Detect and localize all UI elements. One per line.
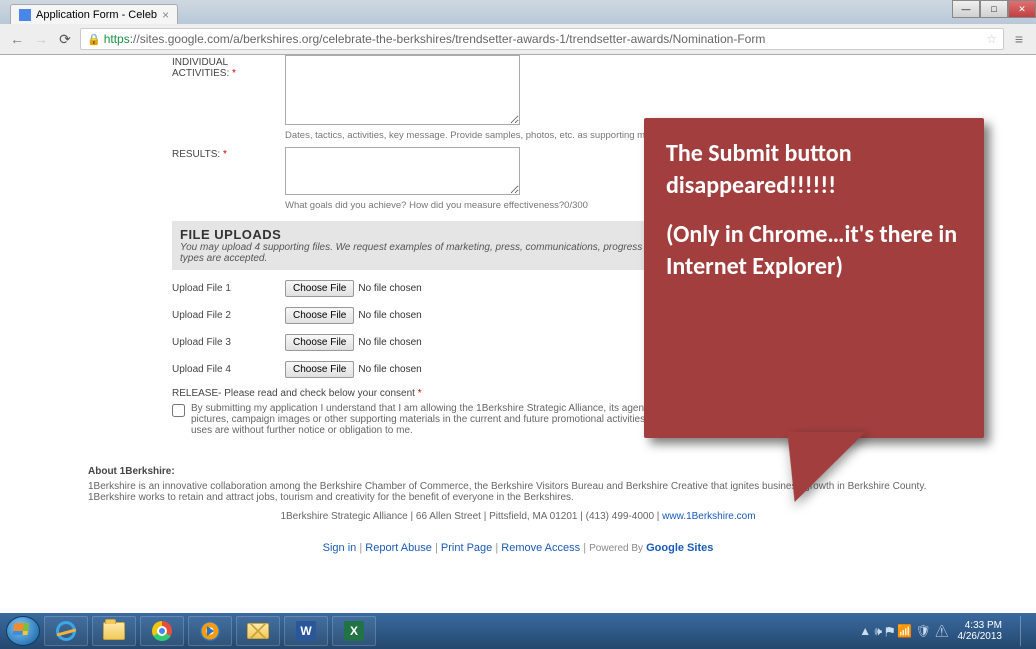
taskbar-explorer[interactable]: [92, 616, 136, 646]
taskbar-chrome[interactable]: [140, 616, 184, 646]
browser-chrome: Application Form - Celeb × ← → ⟳ 🔒 https…: [0, 0, 1036, 55]
favicon-icon: [19, 9, 31, 21]
word-icon: W: [296, 621, 316, 641]
google-sites-footer: Sign in | Report Abuse | Print Page | Re…: [0, 536, 1036, 560]
activities-label: INDIVIDUAL ACTIVITIES: *: [172, 55, 285, 79]
tab-bar: Application Form - Celeb ×: [0, 0, 1036, 24]
ie-icon: [54, 619, 78, 643]
annotation-callout: The Submit button disappeared!!!!!! (Onl…: [644, 118, 984, 438]
windows-taskbar: W X ▲ 🕪 ⚑ 📶 🛡 ⚠ 4:33 PM 4/26/2013: [0, 613, 1036, 649]
folder-icon: [103, 622, 125, 640]
signin-link[interactable]: Sign in: [323, 542, 357, 554]
results-textarea[interactable]: [285, 147, 520, 195]
address-bar-row: ← → ⟳ 🔒 https://sites.google.com/a/berks…: [0, 24, 1036, 54]
choose-file-button-1[interactable]: Choose File: [285, 280, 354, 297]
taskbar-clock[interactable]: 4:33 PM 4/26/2013: [958, 620, 1007, 642]
tab-close-icon[interactable]: ×: [162, 8, 169, 22]
reload-button[interactable]: ⟳: [56, 30, 74, 48]
maximize-button[interactable]: □: [980, 0, 1008, 18]
file-status-3: No file chosen: [358, 337, 421, 348]
google-sites-link[interactable]: Google Sites: [646, 542, 713, 554]
upload-3-label: Upload File 3: [172, 337, 285, 348]
footer-link[interactable]: www.1Berkshire.com: [662, 511, 755, 522]
file-status-4: No file chosen: [358, 364, 421, 375]
tab-title: Application Form - Celeb: [36, 9, 157, 21]
start-button[interactable]: [6, 616, 40, 646]
back-button[interactable]: ←: [8, 30, 26, 48]
callout-line-1: The Submit button disappeared!!!!!!: [666, 138, 962, 203]
activities-textarea[interactable]: [285, 55, 520, 125]
callout-line-2: (Only in Chrome…it's there in Internet E…: [666, 219, 962, 284]
bookmark-star-icon[interactable]: ☆: [986, 32, 997, 46]
taskbar-media-player[interactable]: [188, 616, 232, 646]
taskbar-ie[interactable]: [44, 616, 88, 646]
clock-time: 4:33 PM: [958, 620, 1003, 631]
print-page-link[interactable]: Print Page: [441, 542, 492, 554]
report-abuse-link[interactable]: Report Abuse: [365, 542, 432, 554]
minimize-button[interactable]: —: [952, 0, 980, 18]
window-controls: — □ ✕: [952, 0, 1036, 18]
show-desktop-button[interactable]: [1020, 616, 1030, 646]
system-tray: ▲ 🕪 ⚑ 📶 🛡 ⚠ 4:33 PM 4/26/2013: [859, 616, 1030, 646]
forward-button: →: [32, 30, 50, 48]
upload-4-label: Upload File 4: [172, 364, 285, 375]
url-rest: ://sites.google.com/a/berkshires.org/cel…: [130, 32, 766, 46]
choose-file-button-3[interactable]: Choose File: [285, 334, 354, 351]
taskbar-word[interactable]: W: [284, 616, 328, 646]
address-bar[interactable]: 🔒 https://sites.google.com/a/berkshires.…: [80, 28, 1004, 50]
media-player-icon: [200, 621, 220, 641]
powered-by-text: Powered By: [589, 543, 643, 554]
browser-tab[interactable]: Application Form - Celeb ×: [10, 4, 178, 24]
close-window-button[interactable]: ✕: [1008, 0, 1036, 18]
clock-date: 4/26/2013: [958, 631, 1003, 642]
results-label: RESULTS: *: [172, 147, 285, 160]
file-status-1: No file chosen: [358, 283, 421, 294]
upload-2-label: Upload File 2: [172, 310, 285, 321]
upload-1-label: Upload File 1: [172, 283, 285, 294]
release-checkbox[interactable]: [172, 404, 185, 417]
remove-access-link[interactable]: Remove Access: [501, 542, 580, 554]
choose-file-button-4[interactable]: Choose File: [285, 361, 354, 378]
lock-icon: 🔒: [87, 33, 101, 46]
footer-address: 1Berkshire Strategic Alliance | 66 Allen…: [88, 511, 948, 522]
taskbar-excel[interactable]: X: [332, 616, 376, 646]
choose-file-button-2[interactable]: Choose File: [285, 307, 354, 324]
file-status-2: No file chosen: [358, 310, 421, 321]
tray-icons[interactable]: ▲ 🕪 ⚑ 📶 🛡 ⚠: [859, 624, 949, 639]
chrome-icon: [152, 621, 172, 641]
taskbar-outlook[interactable]: [236, 616, 280, 646]
outlook-icon: [247, 623, 269, 639]
chrome-menu-button[interactable]: ≡: [1010, 30, 1028, 48]
url-scheme: https: [104, 32, 130, 46]
excel-icon: X: [344, 621, 364, 641]
